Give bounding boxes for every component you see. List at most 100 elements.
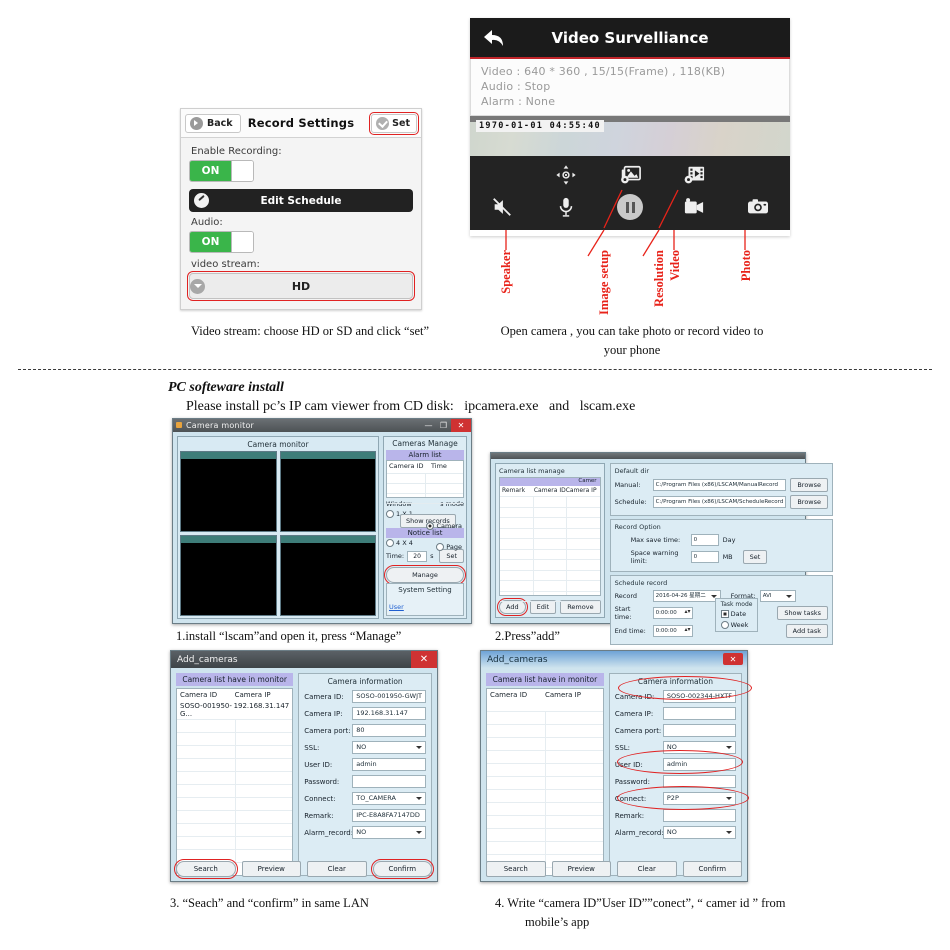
section-title: PC softeware install <box>168 380 284 395</box>
schedule-browse-button[interactable]: Browse <box>790 495 828 509</box>
manual-label: Manual: <box>614 481 641 489</box>
col-remark: Remark <box>502 487 526 494</box>
manage-button[interactable]: Manage <box>383 564 467 586</box>
manual-path-input[interactable]: C:/Program Files (x86)/LSCAM/ManualRecor… <box>652 479 787 491</box>
monitor-cell[interactable] <box>279 451 376 532</box>
time-input[interactable]: 20 <box>407 550 428 562</box>
record-date-picker[interactable]: 2016-04-26 星期二 <box>652 590 721 602</box>
task-mode-date[interactable]: Date <box>720 610 753 618</box>
default-dir-fieldset: Default dir Manual: C:/Program Files (x8… <box>609 463 833 516</box>
field-camera-id: Camera ID: SOSO-001950-GWJT <box>304 690 426 703</box>
preview-button[interactable]: Preview <box>551 861 611 877</box>
input-camera-port[interactable]: 80 <box>352 724 426 737</box>
start-time-label: Start time: <box>614 605 632 621</box>
info-video: Video : 640 * 360 , 15/15(Frame) , 118(K… <box>481 65 726 78</box>
radio-camera[interactable]: Camera <box>426 521 462 530</box>
app-icon <box>176 422 182 428</box>
select-connect[interactable]: TO_CAMERA <box>352 792 426 805</box>
task-mode-legend: Task mode <box>720 601 753 608</box>
space-warn-input[interactable]: 0 <box>690 551 719 563</box>
callout-label-resolution: Resolution <box>652 250 666 307</box>
enable-recording-toggle[interactable]: ON <box>189 160 254 182</box>
camera-list-table: Camera ID Camera IP <box>486 688 604 876</box>
maximize-button[interactable]: ❐ <box>436 419 451 432</box>
video-stream-select[interactable]: HD <box>187 271 415 301</box>
preview-button[interactable]: Preview <box>241 861 301 877</box>
select-alarm-record[interactable]: NO <box>662 826 736 839</box>
select-alarm-record[interactable]: NO <box>352 826 426 839</box>
clear-button[interactable]: Clear <box>617 861 677 877</box>
search-button[interactable]: Search <box>486 861 546 877</box>
field-ssl: SSL: NO <box>615 741 736 754</box>
caption-video-stream: Video stream: choose HD or SD and click … <box>190 324 430 338</box>
close-button[interactable]: ✕ <box>723 653 743 665</box>
show-tasks-button[interactable]: Show tasks <box>777 606 828 620</box>
audio-toggle[interactable]: ON <box>189 231 254 253</box>
minimize-button[interactable]: — <box>421 419 436 432</box>
input-user-id[interactable]: admin <box>662 758 736 771</box>
input-camera-id[interactable]: SOSO-002344-HXTF <box>662 690 736 703</box>
space-warn-set-button[interactable]: Set <box>742 550 768 564</box>
toggle-knob <box>231 161 253 181</box>
field-connect: Connect: P2P <box>615 792 736 805</box>
input-user-id[interactable]: admin <box>352 758 426 771</box>
select-ssl[interactable]: NO <box>352 741 426 754</box>
input-camera-ip[interactable] <box>662 707 736 720</box>
monitor-grid <box>180 451 376 616</box>
close-button[interactable]: ✕ <box>451 419 471 432</box>
manual-browse-button[interactable]: Browse <box>790 478 828 492</box>
clear-button[interactable]: Clear <box>307 861 367 877</box>
monitor-cell[interactable] <box>279 535 376 616</box>
max-save-input[interactable]: 0 <box>690 534 719 546</box>
user-link[interactable]: User <box>389 603 404 611</box>
select-connect[interactable]: P2P <box>662 792 736 805</box>
input-camera-id[interactable]: SOSO-001950-GWJT <box>352 690 426 703</box>
camera-list-legend: Camera list manage <box>499 467 565 475</box>
schedule-path-input[interactable]: C:/Program Files (x86)/LSCAM/ScheduleRec… <box>652 496 787 508</box>
radio-camera-label: Camera <box>436 521 462 530</box>
schedule-record-legend: Schedule record <box>614 579 668 587</box>
table-row[interactable]: SOSO-001950-G... 192.168.31.147 <box>177 701 292 719</box>
page-radio-wrap: Page <box>436 541 462 553</box>
label-password: Password: <box>304 777 340 786</box>
edit-schedule-button[interactable]: Edit Schedule <box>189 189 413 212</box>
time-label: Time: <box>386 552 405 560</box>
monitor-cell[interactable] <box>180 451 277 532</box>
close-button[interactable]: ✕ <box>411 651 437 668</box>
camera-information-title: Camera information <box>637 677 713 686</box>
format-select[interactable]: AVI <box>759 590 796 602</box>
confirm-button[interactable]: Confirm <box>682 861 742 877</box>
default-dir-legend: Default dir <box>614 467 649 475</box>
field-ssl: SSL: NO <box>304 741 426 754</box>
select-ssl[interactable]: NO <box>662 741 736 754</box>
field-user-id: User ID: admin <box>615 758 736 771</box>
label-camera-ip: Camera IP: <box>304 709 343 718</box>
radio-4x4[interactable]: 4 X 4 <box>386 538 413 547</box>
camera-list-columns: Camera ID Camera IP <box>487 689 603 701</box>
video-timestamp: 1970-01-01 04:55:40 <box>476 120 604 132</box>
record-option-legend: Record Option <box>614 523 661 531</box>
add-cameras-body: Camera list have in monitor Camera ID Ca… <box>171 668 437 881</box>
camera-list-manage-window: Camera list manage Camer Remark Camera I… <box>490 452 833 645</box>
label-connect: Connect: <box>614 794 647 803</box>
field-camera-port: Camera port: 80 <box>304 724 426 737</box>
camera-list-header: Camera list have in monitor <box>486 673 604 686</box>
search-button[interactable]: Search <box>173 858 238 880</box>
input-password[interactable] <box>352 775 426 788</box>
input-camera-ip[interactable]: 192.168.31.147 <box>352 707 426 720</box>
input-remark[interactable] <box>662 809 736 822</box>
add-cameras-window-2: Add_cameras ✕ Camera list have in monito… <box>480 650 748 882</box>
start-time-input[interactable]: 0:00:00 <box>652 607 693 619</box>
radio-page[interactable]: Page <box>436 542 462 551</box>
input-camera-port[interactable] <box>662 724 736 737</box>
input-remark[interactable]: IPC-E8A8FA7147DD <box>352 809 426 822</box>
confirm-button[interactable]: Confirm <box>370 858 435 880</box>
callout-label-video: Video <box>668 250 682 281</box>
window-title: Add_cameras <box>487 654 548 665</box>
back-arrow-icon[interactable] <box>482 28 506 48</box>
input-password[interactable] <box>662 775 736 788</box>
field-camera-port: Camera port: <box>615 724 736 737</box>
monitor-cell[interactable] <box>180 535 277 616</box>
manual-dir-row: Manual: C:/Program Files (x86)/LSCAM/Man… <box>615 478 828 492</box>
caption-step-2: 2.Press”add” <box>495 629 560 643</box>
